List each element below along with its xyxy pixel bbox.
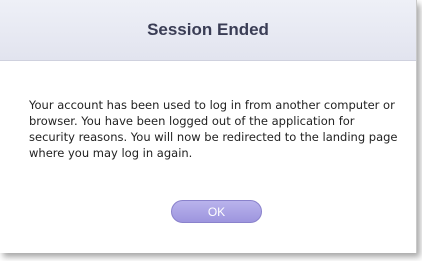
dialog-header: Session Ended xyxy=(0,0,416,61)
dialog-message: Your account has been used to log in fro… xyxy=(29,98,398,160)
session-ended-dialog: Session Ended Your account has been used… xyxy=(0,0,417,253)
ok-button[interactable]: OK xyxy=(171,200,262,223)
ok-button-label: OK xyxy=(207,204,226,219)
dialog-title: Session Ended xyxy=(147,20,269,39)
